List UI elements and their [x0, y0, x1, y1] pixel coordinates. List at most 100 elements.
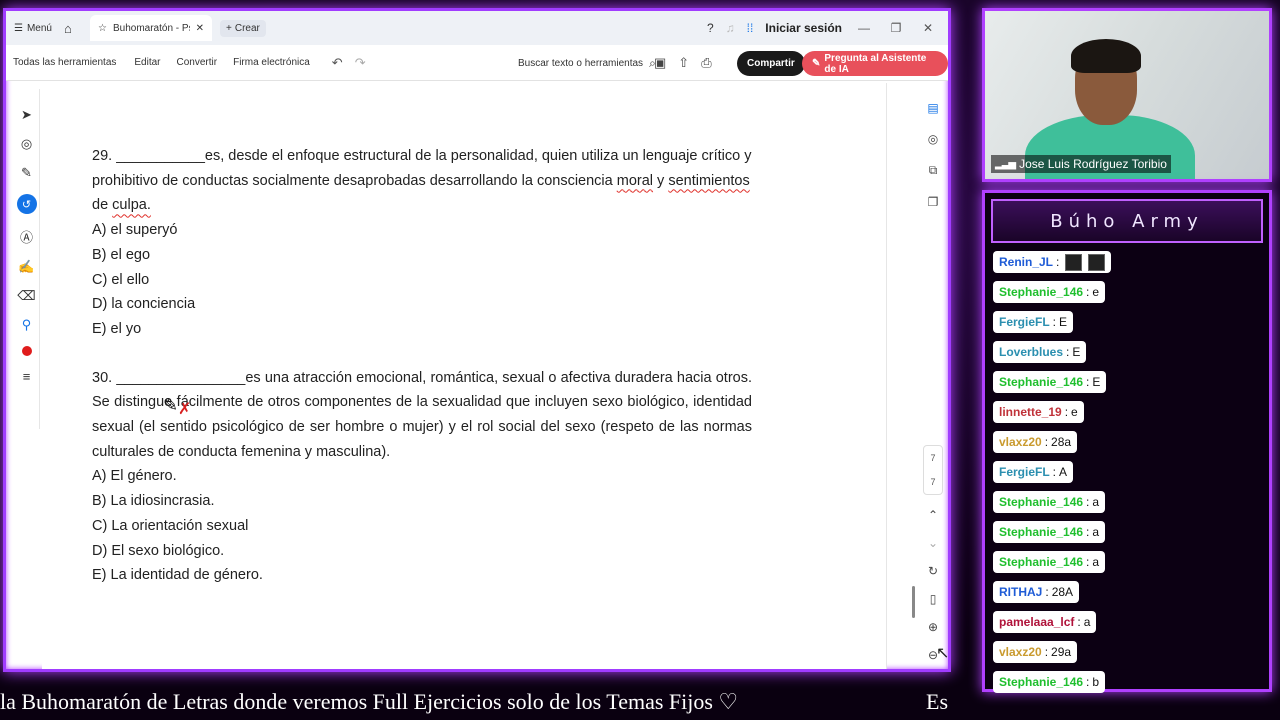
ai-assistant-button[interactable]: ✎ Pregunta al Asistente de IA: [802, 51, 948, 76]
page-up-icon[interactable]: ⌃: [928, 508, 938, 522]
left-tools: ➤ ◎ ✎ ↺ Ⓐ ✍ ⌫ ⚲ ≡: [14, 89, 40, 429]
fit-page-icon[interactable]: ▯: [930, 592, 937, 606]
chat-username: Stephanie_146: [999, 375, 1084, 389]
pin-icon[interactable]: ⚲: [22, 317, 32, 333]
chat-username: RITHAJ: [999, 585, 1043, 599]
close-tab-icon[interactable]: ✕: [196, 23, 204, 34]
menu-button[interactable]: ☰ Menú: [14, 23, 54, 34]
toolbar-icons: ▣ ⇧ ⎙: [654, 45, 712, 81]
chat-username: Stephanie_146: [999, 555, 1084, 569]
chat-text: 29a: [1051, 645, 1072, 659]
home-icon[interactable]: ⌂: [64, 21, 82, 36]
upload-icon[interactable]: ⇧: [678, 55, 689, 71]
zoom-in-icon[interactable]: ⊕: [928, 620, 938, 634]
close-window-icon[interactable]: ✕: [918, 21, 938, 35]
chat-username: Stephanie_146: [999, 675, 1084, 689]
text-select-icon[interactable]: Ⓐ: [20, 227, 33, 246]
highlight-icon[interactable]: ✍: [18, 259, 34, 275]
chat-username: Stephanie_146: [999, 495, 1084, 509]
star-icon[interactable]: ☆: [98, 23, 107, 34]
signin-button[interactable]: Iniciar sesión: [765, 21, 842, 35]
scrollbar-thumb[interactable]: [912, 586, 915, 618]
undo-icon[interactable]: ↶: [332, 55, 343, 71]
pen-icon[interactable]: ✎: [21, 165, 32, 181]
comment-icon[interactable]: ◎: [21, 136, 32, 152]
chat-message: vlaxz20:29a: [993, 641, 1078, 663]
eraser-icon[interactable]: ⌫: [17, 288, 35, 304]
chat-message: vlaxz20:28a: [993, 431, 1078, 453]
mouse-cursor-icon: ↖: [936, 645, 950, 662]
chat-message: Stephanie_146: a: [993, 491, 1106, 513]
draw-tool-icon[interactable]: ↺: [16, 194, 37, 214]
apps-grid-icon[interactable]: ⁞⁞: [747, 21, 754, 35]
edit-menu[interactable]: Editar: [134, 57, 160, 68]
page-indicator[interactable]: 7 7: [923, 445, 943, 495]
webcam-name-tag: ▂▃▅ Jose Luis Rodríguez Toribio: [991, 155, 1171, 173]
document-body: 29. ___________es, desde el enfoque estr…: [92, 144, 752, 588]
emote-icon: [1065, 253, 1083, 271]
search-label: Buscar texto o herramientas: [518, 57, 644, 69]
chat-separator: :: [1086, 495, 1090, 509]
chat-text: a: [1092, 525, 1100, 539]
help-icon[interactable]: ?: [707, 21, 714, 35]
total-pages: 7: [930, 477, 936, 487]
esign-menu[interactable]: Firma electrónica: [233, 57, 310, 68]
document-tab[interactable]: ☆ Buhomaratón - Psicol... ✕: [90, 15, 212, 41]
chat-message: Stephanie_146: a: [993, 521, 1106, 543]
chat-message: Stephanie_146: a: [993, 551, 1106, 573]
share-button[interactable]: Compartir: [737, 51, 805, 76]
share-label: Compartir: [747, 58, 795, 69]
search-tools[interactable]: Buscar texto o herramientas ⌕: [518, 45, 656, 81]
save-icon[interactable]: ▣: [654, 55, 666, 71]
chat-text: A: [1059, 465, 1068, 479]
presenter-name: Jose Luis Rodríguez Toribio: [1019, 157, 1167, 171]
all-tools-menu[interactable]: Todas las herramientas: [13, 57, 116, 68]
bell-icon[interactable]: ♫: [726, 21, 735, 35]
chat-separator: :: [1052, 465, 1057, 479]
minimize-icon[interactable]: —: [854, 21, 874, 35]
q30-option-d: D) El sexo biológico.: [92, 542, 225, 559]
create-button[interactable]: + Crear: [220, 19, 266, 37]
right-rail: ▤ ◎ ⧉ ❐ 7 7 ⌃ ⌄ ↻ ▯ ⊕ ⊖: [921, 93, 945, 669]
create-label: Crear: [234, 22, 260, 34]
chat-username: pamelaaa_lcf: [999, 615, 1075, 629]
chat-message: Stephanie_146: b: [993, 671, 1106, 693]
webcam-feed: ▂▃▅ Jose Luis Rodríguez Toribio: [982, 8, 1272, 182]
chat-list: Renin_JL: Stephanie_146: e FergieFL: E Loverb…: [993, 251, 1263, 693]
q29-number: 29.: [92, 148, 113, 164]
q30-number: 30.: [92, 369, 113, 386]
q29-option-c: C) el ello: [92, 271, 150, 288]
chat-separator: :: [1086, 555, 1090, 569]
bookmark-icon[interactable]: ⧉: [929, 163, 938, 178]
chat-username: Loverblues: [999, 345, 1064, 359]
comments-icon[interactable]: ◎: [928, 132, 938, 146]
pages-icon[interactable]: ❐: [928, 195, 939, 209]
chat-text: e: [1092, 285, 1100, 299]
signal-bars-icon: ▂▃▅: [995, 158, 1016, 170]
maximize-icon[interactable]: ❐: [886, 21, 906, 35]
page-down-icon[interactable]: ⌄: [928, 536, 938, 550]
rotate-icon[interactable]: ↻: [928, 564, 938, 578]
color-dot-icon[interactable]: [21, 346, 32, 356]
pencil-cursor-icon: ✎: [163, 395, 179, 415]
chat-separator: :: [1086, 525, 1090, 539]
chat-message: pamelaaa_lcf: a: [993, 611, 1097, 633]
ai-summary-icon[interactable]: ▤: [927, 101, 938, 115]
convert-menu[interactable]: Convertir: [177, 57, 218, 68]
redo-icon[interactable]: ↷: [355, 55, 366, 71]
chat-message: Stephanie_146: e: [993, 281, 1106, 303]
print-icon[interactable]: ⎙: [701, 55, 711, 71]
q29-blank: ___________: [116, 148, 205, 164]
q30-option-e: E) La identidad de género.: [92, 567, 263, 584]
chat-panel: Búho Army Renin_JL: Stephanie_146: e Fergie…: [982, 190, 1272, 693]
chat-separator: :: [1044, 435, 1049, 449]
chat-separator: :: [1086, 285, 1090, 299]
more-menu-icon[interactable]: ≡: [23, 369, 31, 384]
hamburger-icon: ☰: [14, 22, 23, 34]
tab-title: Buhomaratón - Psicol...: [112, 22, 190, 34]
chat-text: E: [1092, 375, 1101, 389]
select-cursor-icon[interactable]: ➤: [21, 107, 32, 123]
title-right: ? ♫ ⁞⁞ Iniciar sesión — ❐ ✕: [707, 11, 938, 45]
ticker-bar: la Buhomaratón de Letras donde veremos F…: [0, 684, 960, 720]
chat-text: a: [1083, 615, 1091, 629]
